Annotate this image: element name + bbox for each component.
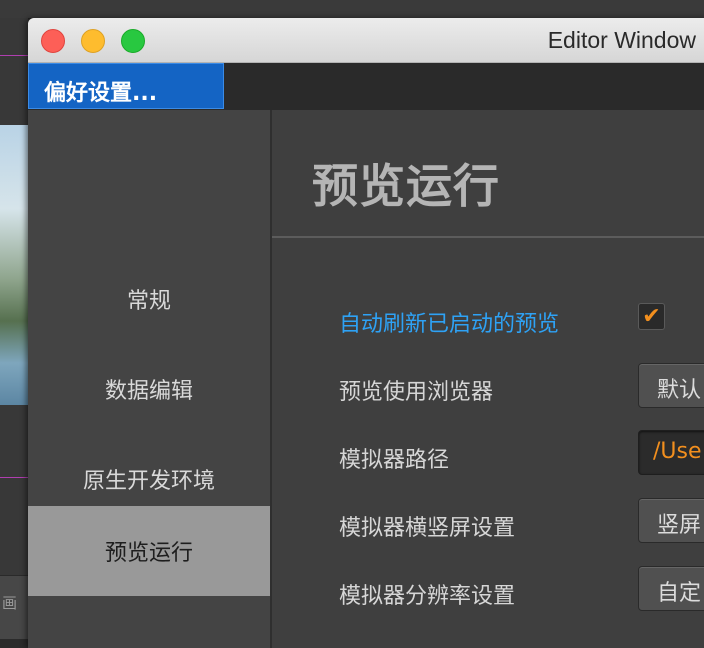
tab-strip: 偏好设置...	[28, 63, 704, 110]
minimize-window-button[interactable]	[81, 29, 105, 53]
simulator-path-label: 模拟器路径	[339, 448, 450, 473]
background-bottom-panel: 画	[0, 575, 28, 639]
auto-refresh-label: 自动刷新已启动的预览	[339, 312, 560, 337]
simulator-path-field[interactable]: /Use	[638, 430, 704, 475]
preferences-sidebar: 常规 数据编辑 原生开发环境 预览运行	[28, 110, 270, 648]
panel-title: 预览运行	[312, 159, 500, 213]
preview-browser-dropdown[interactable]: 默认	[638, 363, 704, 408]
window-title: Editor Window	[547, 27, 696, 53]
simulator-orientation-label: 模拟器横竖屏设置	[339, 516, 516, 541]
background-toolbar	[0, 0, 704, 19]
tab-preferences[interactable]: 偏好设置...	[28, 63, 224, 109]
preferences-panel: 预览运行 自动刷新已启动的预览 ✔ 预览使用浏览器 默认 模拟器路径 /Use …	[272, 110, 704, 648]
editor-window: Editor Window 偏好设置... 常规 数据编辑 原生开发环境 预览运…	[28, 18, 704, 648]
background-bottom-label: 画	[2, 594, 18, 612]
simulator-orientation-dropdown[interactable]: 竖屏	[638, 498, 704, 543]
preview-browser-label: 预览使用浏览器	[339, 380, 494, 405]
checkmark-icon: ✔	[642, 304, 661, 329]
background-guide-line	[0, 477, 28, 478]
simulator-resolution-dropdown[interactable]: 自定	[638, 566, 704, 611]
title-bar[interactable]: Editor Window	[28, 18, 704, 63]
maximize-window-button[interactable]	[121, 29, 145, 53]
sidebar-item-preview-run[interactable]: 预览运行	[28, 506, 270, 596]
close-window-button[interactable]	[41, 29, 65, 53]
sidebar-item-data-editing[interactable]: 数据编辑	[28, 344, 270, 434]
auto-refresh-checkbox[interactable]: ✔	[638, 303, 665, 330]
title-divider	[272, 236, 704, 238]
simulator-resolution-label: 模拟器分辨率设置	[339, 584, 516, 609]
background-scene-preview	[0, 125, 28, 405]
background-guide-line	[0, 55, 28, 56]
sidebar-item-general[interactable]: 常规	[28, 254, 270, 344]
